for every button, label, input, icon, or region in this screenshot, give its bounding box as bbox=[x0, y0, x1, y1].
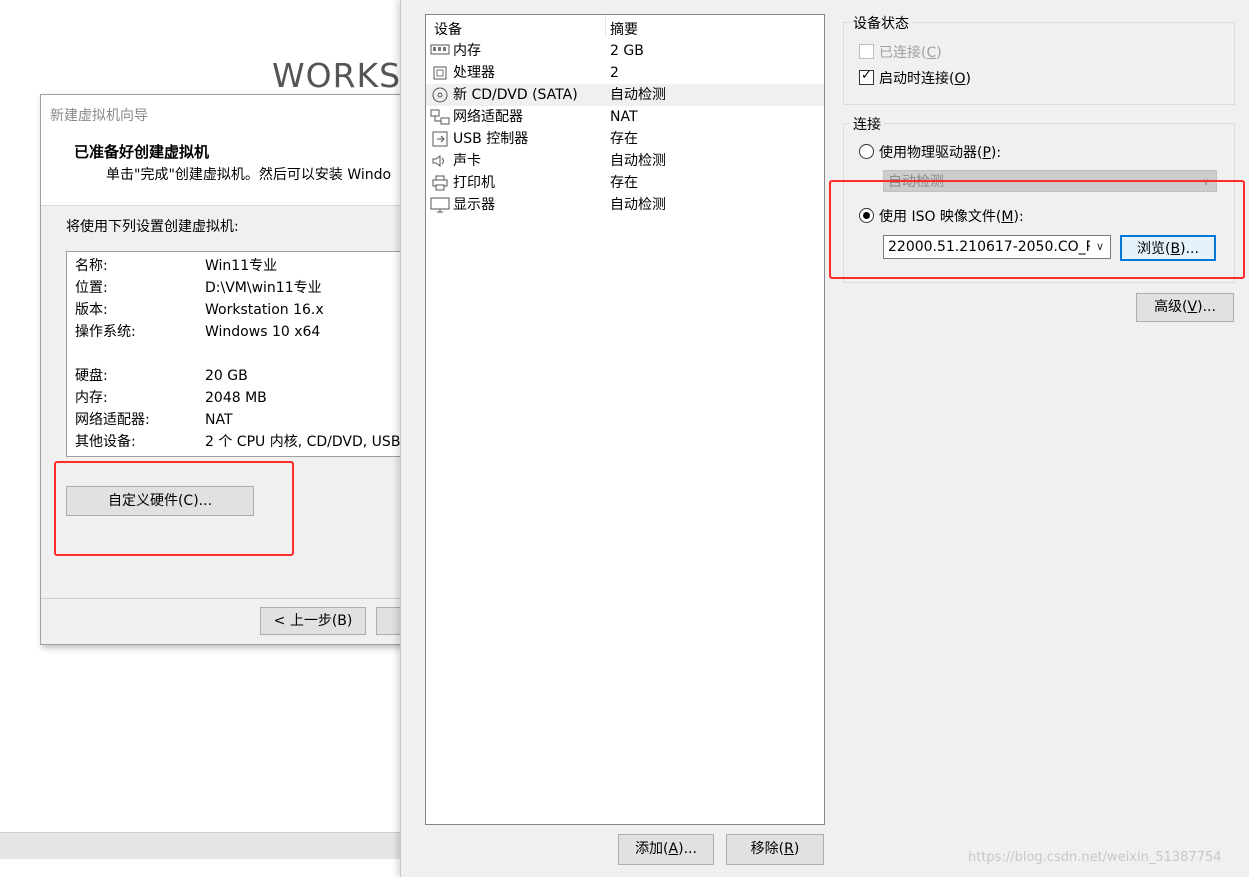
advanced-text: 高级( bbox=[1154, 299, 1188, 315]
settings-summary-box: 名称: Win11专业 位置: D:\VM\win11专业 版本: Workstati… bbox=[66, 251, 411, 457]
summary-value: D:\VM\win11专业 bbox=[205, 280, 322, 296]
wizard-title: 新建虚拟机向导 bbox=[50, 108, 148, 124]
highlight-annotation-customize bbox=[54, 461, 294, 556]
printer-icon bbox=[430, 175, 450, 191]
device-summary: 自动检测 bbox=[610, 197, 666, 213]
add-button-label: 添加( bbox=[635, 841, 669, 857]
summary-value: 20 GB bbox=[205, 368, 248, 384]
summary-value: Win11专业 bbox=[205, 258, 278, 274]
advanced-accesskey: V bbox=[1187, 299, 1198, 315]
speaker-icon bbox=[430, 153, 450, 169]
connected-accesskey: C bbox=[926, 45, 937, 61]
add-button-suffix: )... bbox=[678, 841, 697, 857]
summary-key: 位置: bbox=[75, 280, 108, 296]
column-header-device[interactable]: 设备 bbox=[434, 19, 462, 39]
device-row-memory[interactable]: 内存 2 GB bbox=[426, 40, 824, 62]
network-icon bbox=[430, 109, 450, 125]
device-list[interactable]: 设备 摘要 内存 2 GB 处理器 2 新 CD/DVD (SATA) 自动检测… bbox=[425, 14, 825, 825]
advanced-suffix: )... bbox=[1197, 299, 1216, 315]
column-header-summary[interactable]: 摘要 bbox=[610, 19, 638, 39]
physical-text: 使用物理驱动器( bbox=[879, 145, 983, 161]
device-name: 处理器 bbox=[453, 65, 495, 81]
device-name: USB 控制器 bbox=[453, 131, 529, 147]
device-name: 内存 bbox=[453, 43, 481, 59]
device-status-group: 设备状态 bbox=[843, 13, 1235, 105]
summary-value: 2048 MB bbox=[205, 390, 267, 406]
connected-text: 已连接( bbox=[879, 45, 927, 61]
connect-at-power-on-checkbox[interactable]: ✓ bbox=[859, 68, 874, 85]
device-row-sound[interactable]: 声卡 自动检测 bbox=[426, 150, 824, 172]
highlight-annotation-iso bbox=[829, 180, 1245, 279]
device-summary: 自动检测 bbox=[610, 153, 666, 169]
device-summary: 2 GB bbox=[610, 43, 644, 59]
cd-icon bbox=[430, 87, 450, 103]
summary-key: 其他设备: bbox=[75, 434, 136, 450]
power-on-suffix: ) bbox=[965, 71, 971, 87]
monitor-icon bbox=[430, 197, 450, 213]
checkmark-icon: ✓ bbox=[861, 68, 872, 83]
device-name: 显示器 bbox=[453, 197, 495, 213]
connected-label[interactable]: 已连接(C) bbox=[879, 42, 942, 62]
remove-device-button[interactable]: 移除(R) bbox=[726, 834, 824, 865]
device-status-legend: 设备状态 bbox=[850, 13, 912, 33]
add-button-accesskey: A bbox=[668, 841, 679, 857]
device-row-printer[interactable]: 打印机 存在 bbox=[426, 172, 824, 194]
physical-drive-label[interactable]: 使用物理驱动器(P): bbox=[879, 142, 1001, 162]
device-summary: 自动检测 bbox=[610, 87, 666, 103]
physical-accesskey: P bbox=[982, 145, 991, 161]
device-summary: 存在 bbox=[610, 175, 638, 191]
summary-key: 名称: bbox=[75, 258, 108, 274]
advanced-button[interactable]: 高级(V)... bbox=[1136, 293, 1234, 322]
hardware-dialog: 设备 摘要 内存 2 GB 处理器 2 新 CD/DVD (SATA) 自动检测… bbox=[400, 0, 1249, 877]
background-taskbar-strip bbox=[0, 832, 400, 859]
summary-key: 操作系统: bbox=[75, 324, 136, 340]
device-summary: NAT bbox=[610, 109, 638, 125]
device-row-cd-dvd[interactable]: 新 CD/DVD (SATA) 自动检测 bbox=[426, 84, 824, 106]
workstation-logo: WORKS bbox=[272, 56, 402, 95]
power-on-accesskey: O bbox=[954, 71, 966, 87]
add-device-button[interactable]: 添加(A)... bbox=[618, 834, 714, 865]
device-name: 网络适配器 bbox=[453, 109, 523, 125]
device-name: 新 CD/DVD (SATA) bbox=[453, 87, 578, 103]
memory-icon bbox=[430, 43, 450, 59]
device-row-display[interactable]: 显示器 自动检测 bbox=[426, 194, 824, 216]
remove-button-accesskey: R bbox=[784, 841, 794, 857]
summary-key: 硬盘: bbox=[75, 368, 108, 384]
summary-key: 内存: bbox=[75, 390, 108, 406]
summary-value: Windows 10 x64 bbox=[205, 324, 321, 340]
device-summary: 存在 bbox=[610, 131, 638, 147]
remove-button-label: 移除( bbox=[750, 841, 785, 857]
summary-value: NAT bbox=[205, 412, 233, 428]
device-row-processor[interactable]: 处理器 2 bbox=[426, 62, 824, 84]
watermark: https://blog.csdn.net/weixin_51387754 bbox=[968, 850, 1222, 865]
back-button[interactable]: < 上一步(B) bbox=[260, 607, 366, 635]
summary-value: Workstation 16.x bbox=[205, 302, 324, 318]
power-on-text: 启动时连接( bbox=[879, 71, 955, 87]
connected-checkbox[interactable] bbox=[859, 44, 874, 59]
new-vm-wizard-window: 新建虚拟机向导 已准备好创建虚拟机 单击"完成"创建虚拟机。然后可以安装 Win… bbox=[40, 94, 412, 645]
wizard-heading: 已准备好创建虚拟机 bbox=[74, 143, 210, 161]
column-separator[interactable] bbox=[605, 15, 606, 37]
connect-at-power-on-label[interactable]: 启动时连接(O) bbox=[879, 68, 971, 88]
device-row-network[interactable]: 网络适配器 NAT bbox=[426, 106, 824, 128]
usb-icon bbox=[430, 131, 450, 147]
summary-value: 2 个 CPU 内核, CD/DVD, USB bbox=[205, 434, 401, 450]
physical-drive-radio[interactable] bbox=[859, 144, 874, 159]
cpu-icon bbox=[430, 65, 450, 81]
summary-key: 网络适配器: bbox=[75, 412, 150, 428]
connected-suffix: ) bbox=[936, 45, 942, 61]
connection-legend: 连接 bbox=[850, 114, 884, 134]
device-summary: 2 bbox=[610, 65, 619, 81]
remove-button-suffix: ) bbox=[793, 841, 800, 857]
device-row-usb[interactable]: USB 控制器 存在 bbox=[426, 128, 824, 150]
device-name: 打印机 bbox=[453, 175, 495, 191]
wizard-prompt: 将使用下列设置创建虚拟机: bbox=[66, 219, 239, 235]
wizard-footer-divider bbox=[41, 598, 411, 599]
physical-suffix: ): bbox=[990, 145, 1002, 161]
summary-key: 版本: bbox=[75, 302, 108, 318]
wizard-subheading: 单击"完成"创建虚拟机。然后可以安装 Windo bbox=[106, 167, 392, 183]
device-name: 声卡 bbox=[453, 153, 481, 169]
